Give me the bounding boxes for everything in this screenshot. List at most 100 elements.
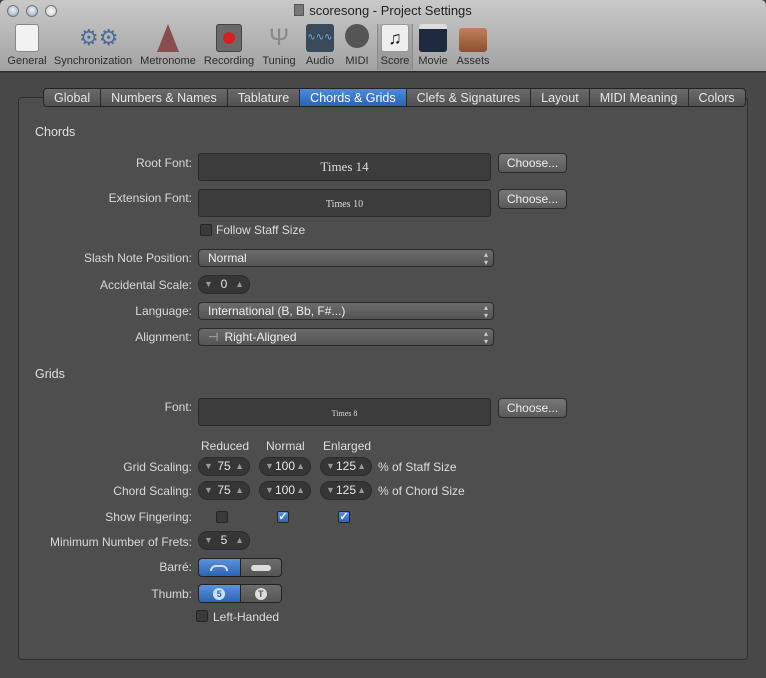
updown-arrows-icon: ▴ ▾ <box>483 329 488 346</box>
midi-port-icon <box>345 24 369 48</box>
switch-icon <box>15 24 39 52</box>
music-notes-icon: ♫ <box>381 24 409 52</box>
tab-numbers-names[interactable]: Numbers & Names <box>101 89 228 106</box>
chords-heading: Chords <box>35 125 76 139</box>
grid-scaling-enlarged-stepper[interactable]: ▼ 125 ▲ <box>320 457 372 476</box>
column-enlarged: Enlarged <box>323 439 372 453</box>
grid-scaling-unit: % of Staff Size <box>378 460 457 474</box>
toolbar-score[interactable]: ♫ Score <box>377 24 413 70</box>
accidental-scale-stepper[interactable]: ▼ 0 ▲ <box>198 275 250 294</box>
grid-font-label: Font: <box>164 400 192 414</box>
tab-colors[interactable]: Colors <box>689 89 745 106</box>
increment-icon[interactable]: ▲ <box>235 482 244 499</box>
chord-scaling-reduced-stepper[interactable]: ▼ 75 ▲ <box>198 481 250 500</box>
follow-staff-size-checkbox[interactable] <box>200 224 212 236</box>
grid-font-preview: Times 8 <box>198 398 491 426</box>
tab-tablature[interactable]: Tablature <box>228 89 301 106</box>
metronome-icon <box>157 24 179 52</box>
tab-bar: Global Numbers & Names Tablature Chords … <box>43 88 746 107</box>
window-title: scoresong - Project Settings <box>0 3 766 18</box>
thumb-segmented-control: 5 T <box>198 584 282 603</box>
root-font-choose-button[interactable]: Choose... <box>498 153 567 173</box>
tab-midi-meaning[interactable]: MIDI Meaning <box>590 89 689 106</box>
barre-bar-option[interactable] <box>240 559 281 576</box>
decrement-icon[interactable]: ▼ <box>204 276 213 293</box>
decrement-icon[interactable]: ▼ <box>204 532 213 549</box>
toolbar-recording[interactable]: Recording <box>203 24 255 70</box>
root-font-preview: Times 14 <box>198 153 491 181</box>
fingering-normal-checkbox[interactable]: ✓ <box>277 511 289 523</box>
language-popup[interactable]: International (B, Bb, F#...) ▴ ▾ <box>198 302 494 320</box>
min-frets-label: Minimum Number of Frets: <box>49 535 192 549</box>
decrement-icon[interactable]: ▼ <box>326 482 335 499</box>
column-normal: Normal <box>266 439 305 453</box>
toolbar-synchronization[interactable]: ⚙⚙ Synchronization <box>52 24 134 70</box>
language-label: Language: <box>135 304 192 318</box>
document-icon <box>294 4 305 16</box>
min-frets-stepper[interactable]: ▼ 5 ▲ <box>198 531 250 550</box>
barre-arc-option[interactable] <box>199 559 241 576</box>
fingering-reduced-checkbox[interactable] <box>216 511 228 523</box>
accidental-scale-label: Accidental Scale: <box>99 278 192 292</box>
bar-icon <box>250 564 271 571</box>
barre-label: Barré: <box>159 560 192 574</box>
toolbar-general[interactable]: General <box>6 24 48 70</box>
toolbar-audio[interactable]: ∿∿∿ Audio <box>303 24 337 70</box>
increment-icon[interactable]: ▲ <box>296 458 305 475</box>
fingering-enlarged-checkbox[interactable]: ✓ <box>338 511 350 523</box>
increment-icon[interactable]: ▲ <box>296 482 305 499</box>
grid-scaling-reduced-stepper[interactable]: ▼ 75 ▲ <box>198 457 250 476</box>
tab-global[interactable]: Global <box>44 89 102 106</box>
right-align-icon: ⊣ <box>208 330 219 344</box>
decrement-icon[interactable]: ▼ <box>204 458 213 475</box>
gears-icon: ⚙⚙ <box>79 25 119 50</box>
increment-icon[interactable]: ▲ <box>357 458 366 475</box>
slash-note-position-label: Slash Note Position: <box>83 251 192 265</box>
chord-scaling-enlarged-stepper[interactable]: ▼ 125 ▲ <box>320 481 372 500</box>
follow-staff-size-label: Follow Staff Size <box>216 223 306 237</box>
toolbar-assets[interactable]: Assets <box>454 24 492 70</box>
thumb-t-option[interactable]: T <box>240 585 281 602</box>
waveform-icon: ∿∿∿ <box>306 24 334 52</box>
grids-heading: Grids <box>35 367 65 381</box>
increment-icon[interactable]: ▲ <box>235 276 244 293</box>
tab-chords-grids[interactable]: Chords & Grids <box>300 89 407 106</box>
toolbar-movie[interactable]: Movie <box>416 24 450 70</box>
increment-icon[interactable]: ▲ <box>357 482 366 499</box>
circled-5-icon: 5 <box>213 587 226 600</box>
arc-icon <box>210 564 229 571</box>
column-reduced: Reduced <box>201 439 250 453</box>
checkmark-icon: ✓ <box>339 511 349 523</box>
decrement-icon[interactable]: ▼ <box>326 458 335 475</box>
alignment-popup[interactable]: ⊣ Right-Aligned ▴ ▾ <box>198 328 494 346</box>
barre-segmented-control <box>198 558 282 577</box>
thumb-label: Thumb: <box>151 587 192 601</box>
grid-font-choose-button[interactable]: Choose... <box>498 398 567 418</box>
decrement-icon[interactable]: ▼ <box>204 482 213 499</box>
chord-scaling-normal-stepper[interactable]: ▼ 100 ▲ <box>259 481 311 500</box>
decrement-icon[interactable]: ▼ <box>265 482 274 499</box>
settings-panel <box>18 97 748 660</box>
left-handed-checkbox[interactable] <box>196 610 208 622</box>
increment-icon[interactable]: ▲ <box>235 532 244 549</box>
updown-arrows-icon: ▴ ▾ <box>483 303 488 320</box>
thumb-number-option[interactable]: 5 <box>199 585 241 602</box>
chord-scaling-unit: % of Chord Size <box>378 484 465 498</box>
toolbar-metronome[interactable]: Metronome <box>138 24 198 70</box>
decrement-icon[interactable]: ▼ <box>265 458 274 475</box>
increment-icon[interactable]: ▲ <box>235 458 244 475</box>
checkmark-icon: ✓ <box>278 511 288 523</box>
tab-layout[interactable]: Layout <box>531 89 590 106</box>
extension-font-choose-button[interactable]: Choose... <box>498 189 567 209</box>
grid-scaling-label: Grid Scaling: <box>123 460 192 474</box>
tuning-fork-icon: Ψ <box>268 24 290 51</box>
toolbar-tuning[interactable]: Ψ Tuning <box>260 24 298 70</box>
record-icon <box>216 24 242 52</box>
extension-font-label: Extension Font: <box>108 191 192 205</box>
tab-clefs-signatures[interactable]: Clefs & Signatures <box>407 89 532 106</box>
extension-font-preview: Times 10 <box>198 189 491 217</box>
grid-scaling-normal-stepper[interactable]: ▼ 100 ▲ <box>259 457 311 476</box>
show-fingering-label: Show Fingering: <box>105 510 192 524</box>
toolbar-midi[interactable]: MIDI <box>342 24 372 70</box>
slash-note-position-popup[interactable]: Normal ▴ ▾ <box>198 249 494 267</box>
